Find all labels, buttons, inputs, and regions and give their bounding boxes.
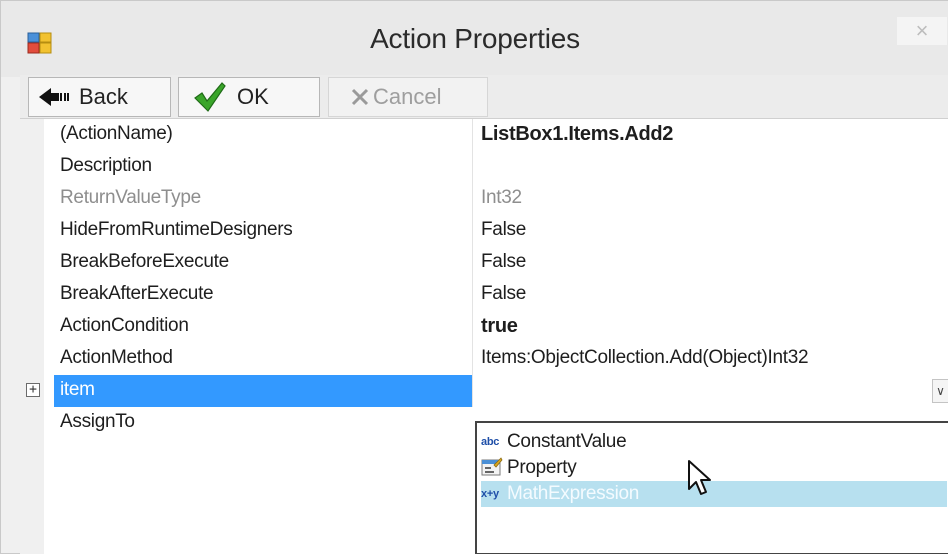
checkmark-icon: [194, 82, 226, 112]
property-row[interactable]: Description: [20, 151, 948, 183]
property-row[interactable]: (ActionName) ListBox1.Items.Add2: [20, 119, 948, 151]
property-name: HideFromRuntimeDesigners: [60, 219, 293, 240]
window-title: Action Properties: [370, 23, 580, 54]
action-properties-window: Action Properties × Back OK Cancel (Acti…: [0, 0, 948, 554]
dropdown-option-label: MathExpression: [507, 483, 640, 504]
property-row[interactable]: ActionCondition true: [20, 311, 948, 343]
column-divider: [472, 151, 473, 183]
property-name: AssignTo: [60, 411, 135, 432]
toolbar: Back OK Cancel: [20, 75, 948, 119]
property-name: BreakBeforeExecute: [60, 251, 229, 272]
property-value[interactable]: False: [481, 247, 948, 279]
abc-constant-icon: abc: [481, 436, 500, 448]
property-value[interactable]: ListBox1.Items.Add2: [481, 119, 948, 151]
property-icon: [481, 456, 507, 480]
math-expression-icon: x+y: [481, 488, 499, 500]
property-value[interactable]: true: [481, 311, 948, 343]
property-grid: (ActionName) ListBox1.Items.Add2 Descrip…: [20, 119, 948, 554]
property-name: ReturnValueType: [60, 187, 201, 208]
ok-button[interactable]: OK: [178, 77, 320, 117]
column-divider: [472, 247, 473, 279]
property-row[interactable]: BreakAfterExecute False: [20, 279, 948, 311]
back-button-label: Back: [79, 84, 128, 109]
mouse-cursor-icon: [688, 460, 711, 495]
property-value[interactable]: [481, 151, 948, 183]
cancel-x-icon: [351, 88, 369, 106]
column-divider: [472, 279, 473, 311]
dropdown-arrow-button[interactable]: ∨: [932, 379, 948, 403]
property-row-selected[interactable]: + item ∨: [20, 375, 948, 407]
column-divider: [472, 311, 473, 343]
property-value[interactable]: False: [481, 215, 948, 247]
property-name: ActionMethod: [60, 347, 173, 368]
property-row[interactable]: ActionMethod Items:ObjectCollection.Add(…: [20, 343, 948, 375]
property-name: Description: [60, 155, 152, 176]
title-bar: Action Properties ×: [1, 1, 948, 77]
dropdown-option-math-expression[interactable]: x+y MathExpression: [481, 481, 947, 507]
column-divider: [472, 215, 473, 247]
property-row[interactable]: HideFromRuntimeDesigners False: [20, 215, 948, 247]
property-value[interactable]: [481, 375, 948, 407]
close-button[interactable]: ×: [897, 17, 947, 45]
cancel-button-label: Cancel: [373, 84, 442, 109]
dropdown-option-constant-value[interactable]: abc ConstantValue: [481, 429, 947, 455]
dropdown-option-label: Property: [507, 457, 577, 478]
cancel-button[interactable]: Cancel: [328, 77, 488, 117]
property-name: item: [54, 375, 472, 407]
property-value[interactable]: Items:ObjectCollection.Add(Object)Int32: [481, 343, 948, 375]
property-row[interactable]: BreakBeforeExecute False: [20, 247, 948, 279]
dropdown-option-label: ConstantValue: [507, 431, 627, 452]
property-row[interactable]: ReturnValueType Int32: [20, 183, 948, 215]
column-divider: [472, 183, 473, 215]
property-name: (ActionName): [60, 123, 173, 144]
expand-plus-icon[interactable]: +: [26, 383, 40, 397]
property-value[interactable]: False: [481, 279, 948, 311]
ok-button-label: OK: [237, 84, 269, 109]
dropdown-option-property[interactable]: Property: [481, 455, 947, 481]
property-name: BreakAfterExecute: [60, 283, 214, 304]
property-name: ActionCondition: [60, 315, 189, 336]
column-divider: [472, 375, 473, 407]
column-divider: [472, 343, 473, 375]
property-value: Int32: [481, 187, 522, 208]
back-button[interactable]: Back: [28, 77, 171, 117]
column-divider: [472, 119, 473, 151]
back-arrow-icon: [39, 88, 69, 106]
